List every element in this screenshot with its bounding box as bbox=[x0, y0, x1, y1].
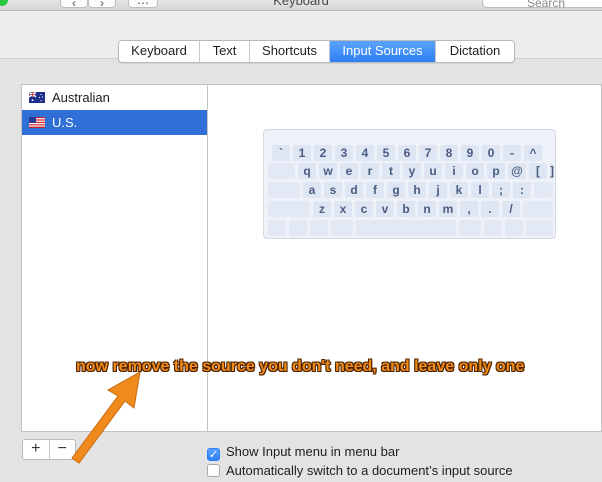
annotation-text: now remove the source you don't need, an… bbox=[76, 358, 525, 375]
annotation-arrow-icon bbox=[71, 371, 141, 464]
